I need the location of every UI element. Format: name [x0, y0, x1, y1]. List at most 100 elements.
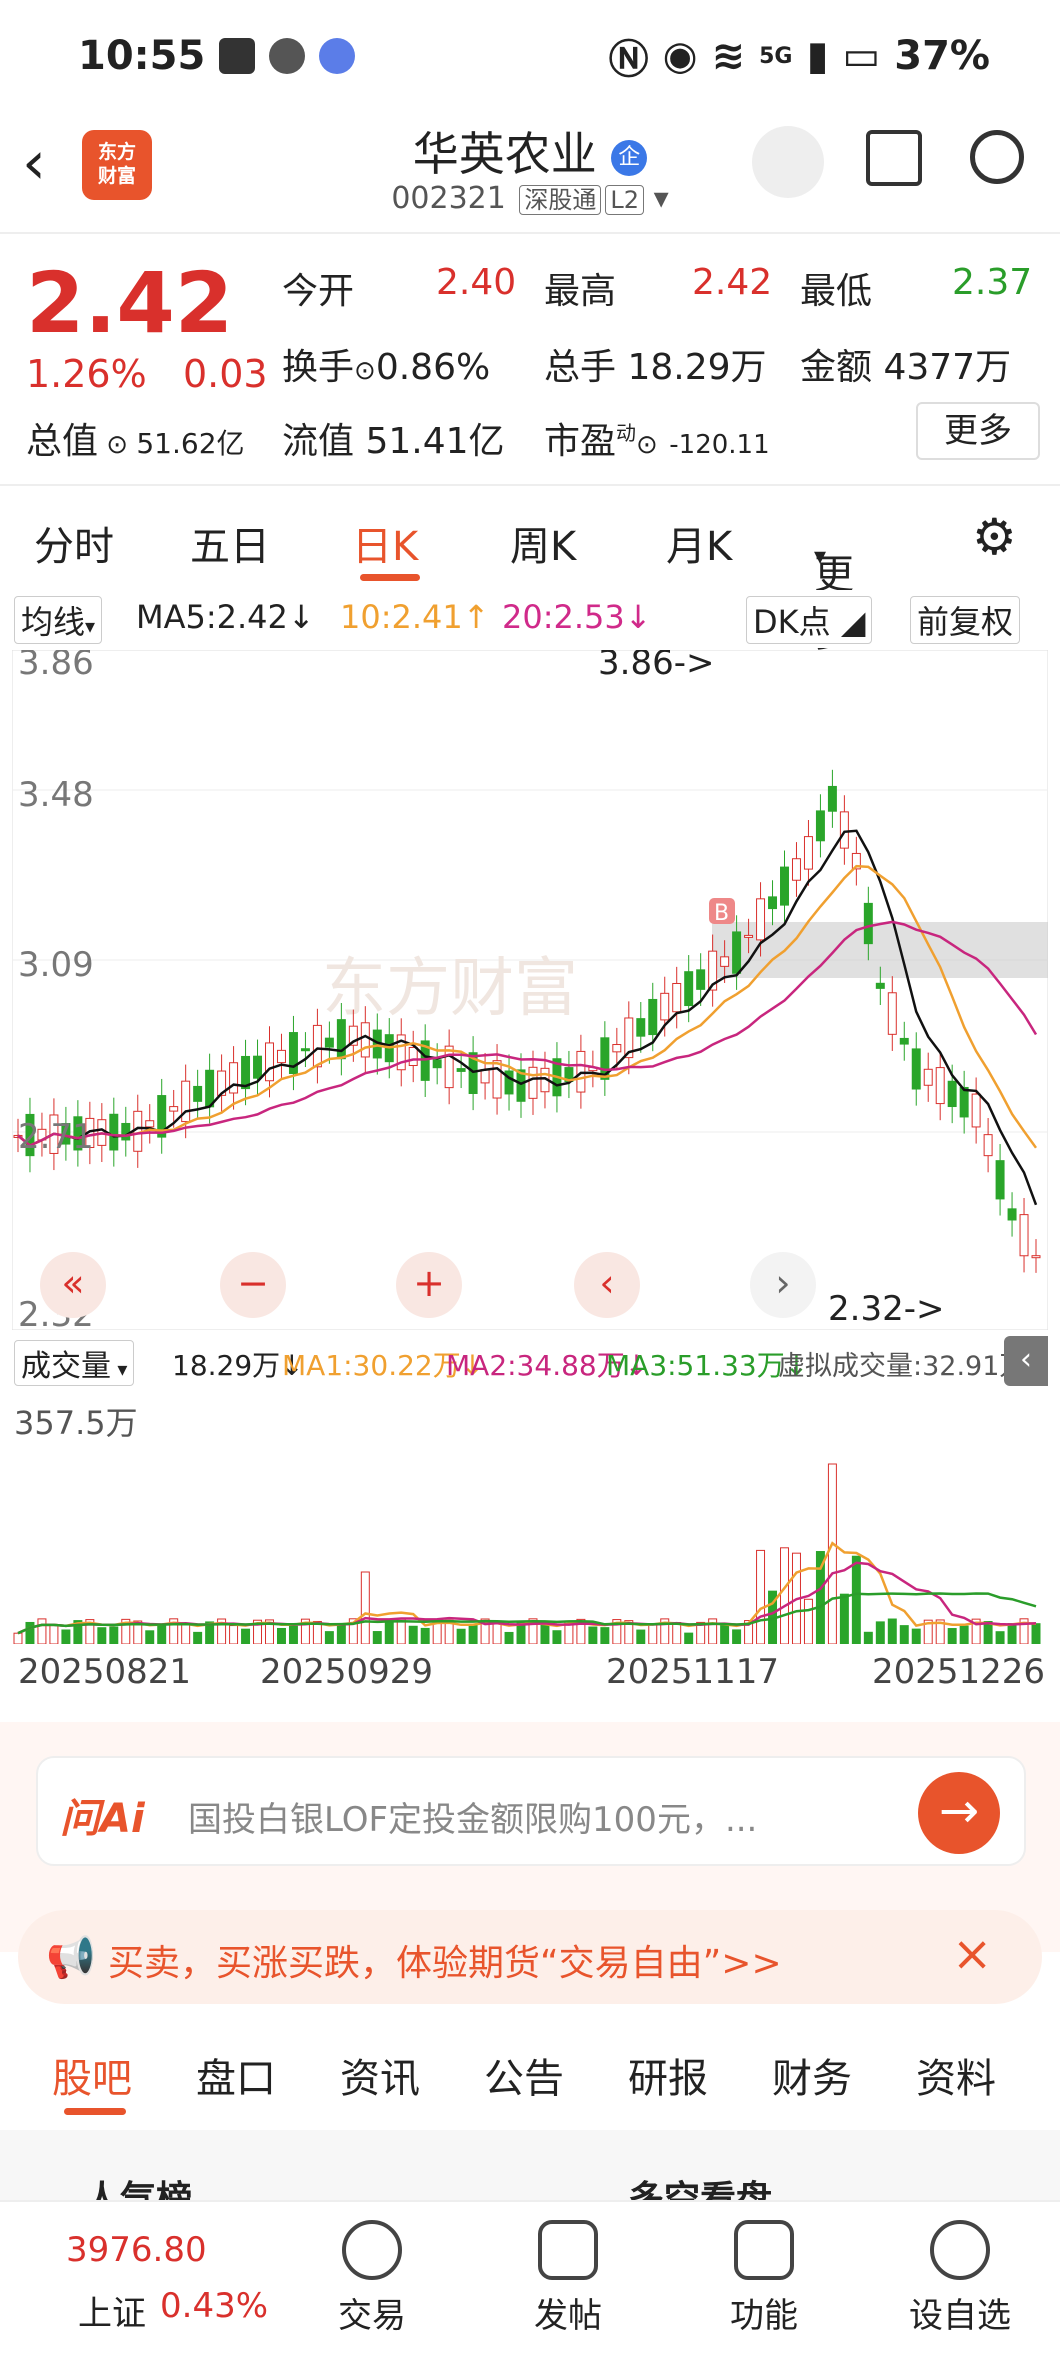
zoom-in-icon[interactable]: +	[396, 1252, 462, 1318]
float-value: 流值 51.41亿	[282, 421, 505, 462]
tab-daily-k[interactable]: 日K	[352, 514, 418, 572]
period-tabs: 分时 五日 日K 周K 月K 更多 ▾ ⚙	[34, 508, 1017, 656]
volume-bar	[97, 1627, 107, 1644]
volume-bar	[827, 1463, 837, 1644]
volume-bar	[600, 1627, 610, 1644]
volume-chart[interactable]: 357.5万 20250821	[12, 1394, 1048, 1644]
volume-bar	[720, 1624, 730, 1644]
volume-bar	[109, 1626, 119, 1644]
tab-profile[interactable]: 资料	[916, 2046, 996, 2104]
candle	[780, 866, 789, 906]
tab-report[interactable]: 研报	[628, 2046, 708, 2104]
promo-text: 买卖，买涨买跌，体验期货“交易自由”>>	[108, 1943, 782, 1984]
volume-bar	[540, 1623, 550, 1644]
virtual-volume: 虚拟成交量:32.91万	[778, 1351, 1027, 1382]
tab-intraday[interactable]: 分时	[34, 514, 114, 572]
volume-bar	[324, 1631, 334, 1644]
candle	[612, 1044, 622, 1053]
turnover: 换手⊙0.86%	[282, 347, 491, 388]
fq-button[interactable]: 前复权	[910, 596, 1021, 644]
ai-search-bar[interactable]: 问Ai 国投白银LOF定投金额限购100元，... →	[36, 1756, 1026, 1866]
low-value: 2.37	[952, 262, 1033, 303]
last-price: 2.42	[26, 254, 234, 352]
zoom-out-icon[interactable]: −	[220, 1252, 286, 1318]
location-icon: ◉	[662, 33, 698, 79]
tab-monthly-k[interactable]: 月K	[666, 514, 732, 572]
rewind-icon[interactable]: «	[40, 1252, 106, 1318]
next-icon[interactable]: ›	[750, 1252, 816, 1318]
nav-trade[interactable]: 交易	[312, 2288, 432, 2337]
tab-pankou[interactable]: 盘口	[196, 2046, 276, 2104]
volume-bar	[181, 1622, 191, 1644]
candle	[456, 1068, 466, 1072]
candle	[839, 811, 849, 849]
arrow-right-icon[interactable]: →	[918, 1772, 1000, 1854]
bottom-nav: 3976.80 上证 0.43% 交易 发帖 功能 设自选	[0, 2200, 1060, 2376]
volume-bar	[887, 1618, 897, 1644]
tab-notice[interactable]: 公告	[484, 2046, 564, 2104]
volume-selector[interactable]: 成交量 ▾	[14, 1340, 135, 1386]
ma10-value: 10:2.41↑	[340, 598, 490, 636]
share-icon[interactable]	[866, 130, 922, 186]
wifi-icon: ≋	[711, 33, 746, 79]
candle	[480, 1069, 490, 1084]
notification-icon	[219, 38, 256, 74]
candle	[265, 1042, 274, 1082]
close-icon[interactable]: ×	[952, 1926, 992, 1982]
settings-gear-icon[interactable]: ⚙	[972, 508, 1017, 566]
volume-bar	[468, 1624, 478, 1644]
trade-icon[interactable]	[342, 2220, 402, 2280]
candle	[756, 898, 766, 941]
robot-avatar-icon[interactable]	[752, 126, 824, 198]
dk-button[interactable]: DK点 ◢	[746, 596, 873, 644]
more-dots-icon[interactable]	[930, 2220, 990, 2280]
nav-post[interactable]: 发帖	[508, 2288, 628, 2337]
tab-guba[interactable]: 股吧	[52, 2046, 132, 2104]
low-label: 最低	[800, 271, 873, 312]
more-button[interactable]: 更多	[916, 402, 1040, 460]
candle	[253, 1055, 263, 1079]
kline-chart[interactable]: 东方财富 3.86 3.48 3.09 2.71 2.32 3.86-> 2.3…	[12, 650, 1048, 1330]
date-label-4: 20251226	[872, 1652, 1046, 1692]
ai-logo: 问Ai	[60, 1796, 145, 1842]
quote-panel: 2.42 1.26% 0.03 总值 ⊙ 51.62亿 今开 2.40 最高 2…	[0, 234, 1060, 484]
tab-five-day[interactable]: 五日	[190, 514, 270, 572]
candle	[887, 992, 897, 1035]
index-value[interactable]: 3976.80	[66, 2230, 207, 2270]
volume-bar	[959, 1625, 969, 1644]
volume-bar	[193, 1631, 203, 1644]
candle	[444, 1045, 454, 1089]
volume-bar	[516, 1622, 526, 1644]
nav-add-favorite[interactable]: 设自选	[900, 2288, 1020, 2337]
y-label-2: 3.48	[18, 775, 94, 815]
cards-area: 人气榜 多空看盘	[0, 2130, 1060, 2220]
candle	[875, 982, 885, 989]
index-pct: 0.43%	[160, 2286, 269, 2326]
volume-bar	[288, 1625, 298, 1644]
grid-icon[interactable]	[734, 2220, 794, 2280]
candle	[672, 982, 682, 1013]
volume-bar	[995, 1631, 1005, 1644]
candle	[768, 896, 778, 910]
volume-bar	[899, 1625, 909, 1644]
candle	[636, 1018, 646, 1037]
post-icon[interactable]	[538, 2220, 598, 2280]
ma-selector[interactable]: 均线▾	[14, 596, 103, 644]
promo-banner[interactable]: 📢 买卖，买涨买跌，体验期货“交易自由”>> ×	[18, 1910, 1042, 2004]
tab-weekly-k[interactable]: 周K	[510, 514, 576, 572]
y-label-4: 2.71	[18, 1117, 94, 1157]
tab-news[interactable]: 资讯	[340, 2046, 420, 2104]
high-label: 最高	[544, 271, 617, 312]
collapse-icon[interactable]: ‹	[1004, 1336, 1048, 1386]
nav-function[interactable]: 功能	[704, 2288, 824, 2337]
index-name[interactable]: 上证	[78, 2286, 146, 2335]
search-icon[interactable]	[970, 130, 1024, 184]
low-marker: 2.32->	[828, 1289, 944, 1329]
tab-finance[interactable]: 财务	[772, 2046, 852, 2104]
candle	[947, 1080, 957, 1108]
volume-bar	[37, 1618, 47, 1644]
candle	[229, 1062, 239, 1094]
prev-icon[interactable]: ‹	[574, 1252, 640, 1318]
candle	[923, 1068, 933, 1086]
candle	[899, 1037, 909, 1045]
